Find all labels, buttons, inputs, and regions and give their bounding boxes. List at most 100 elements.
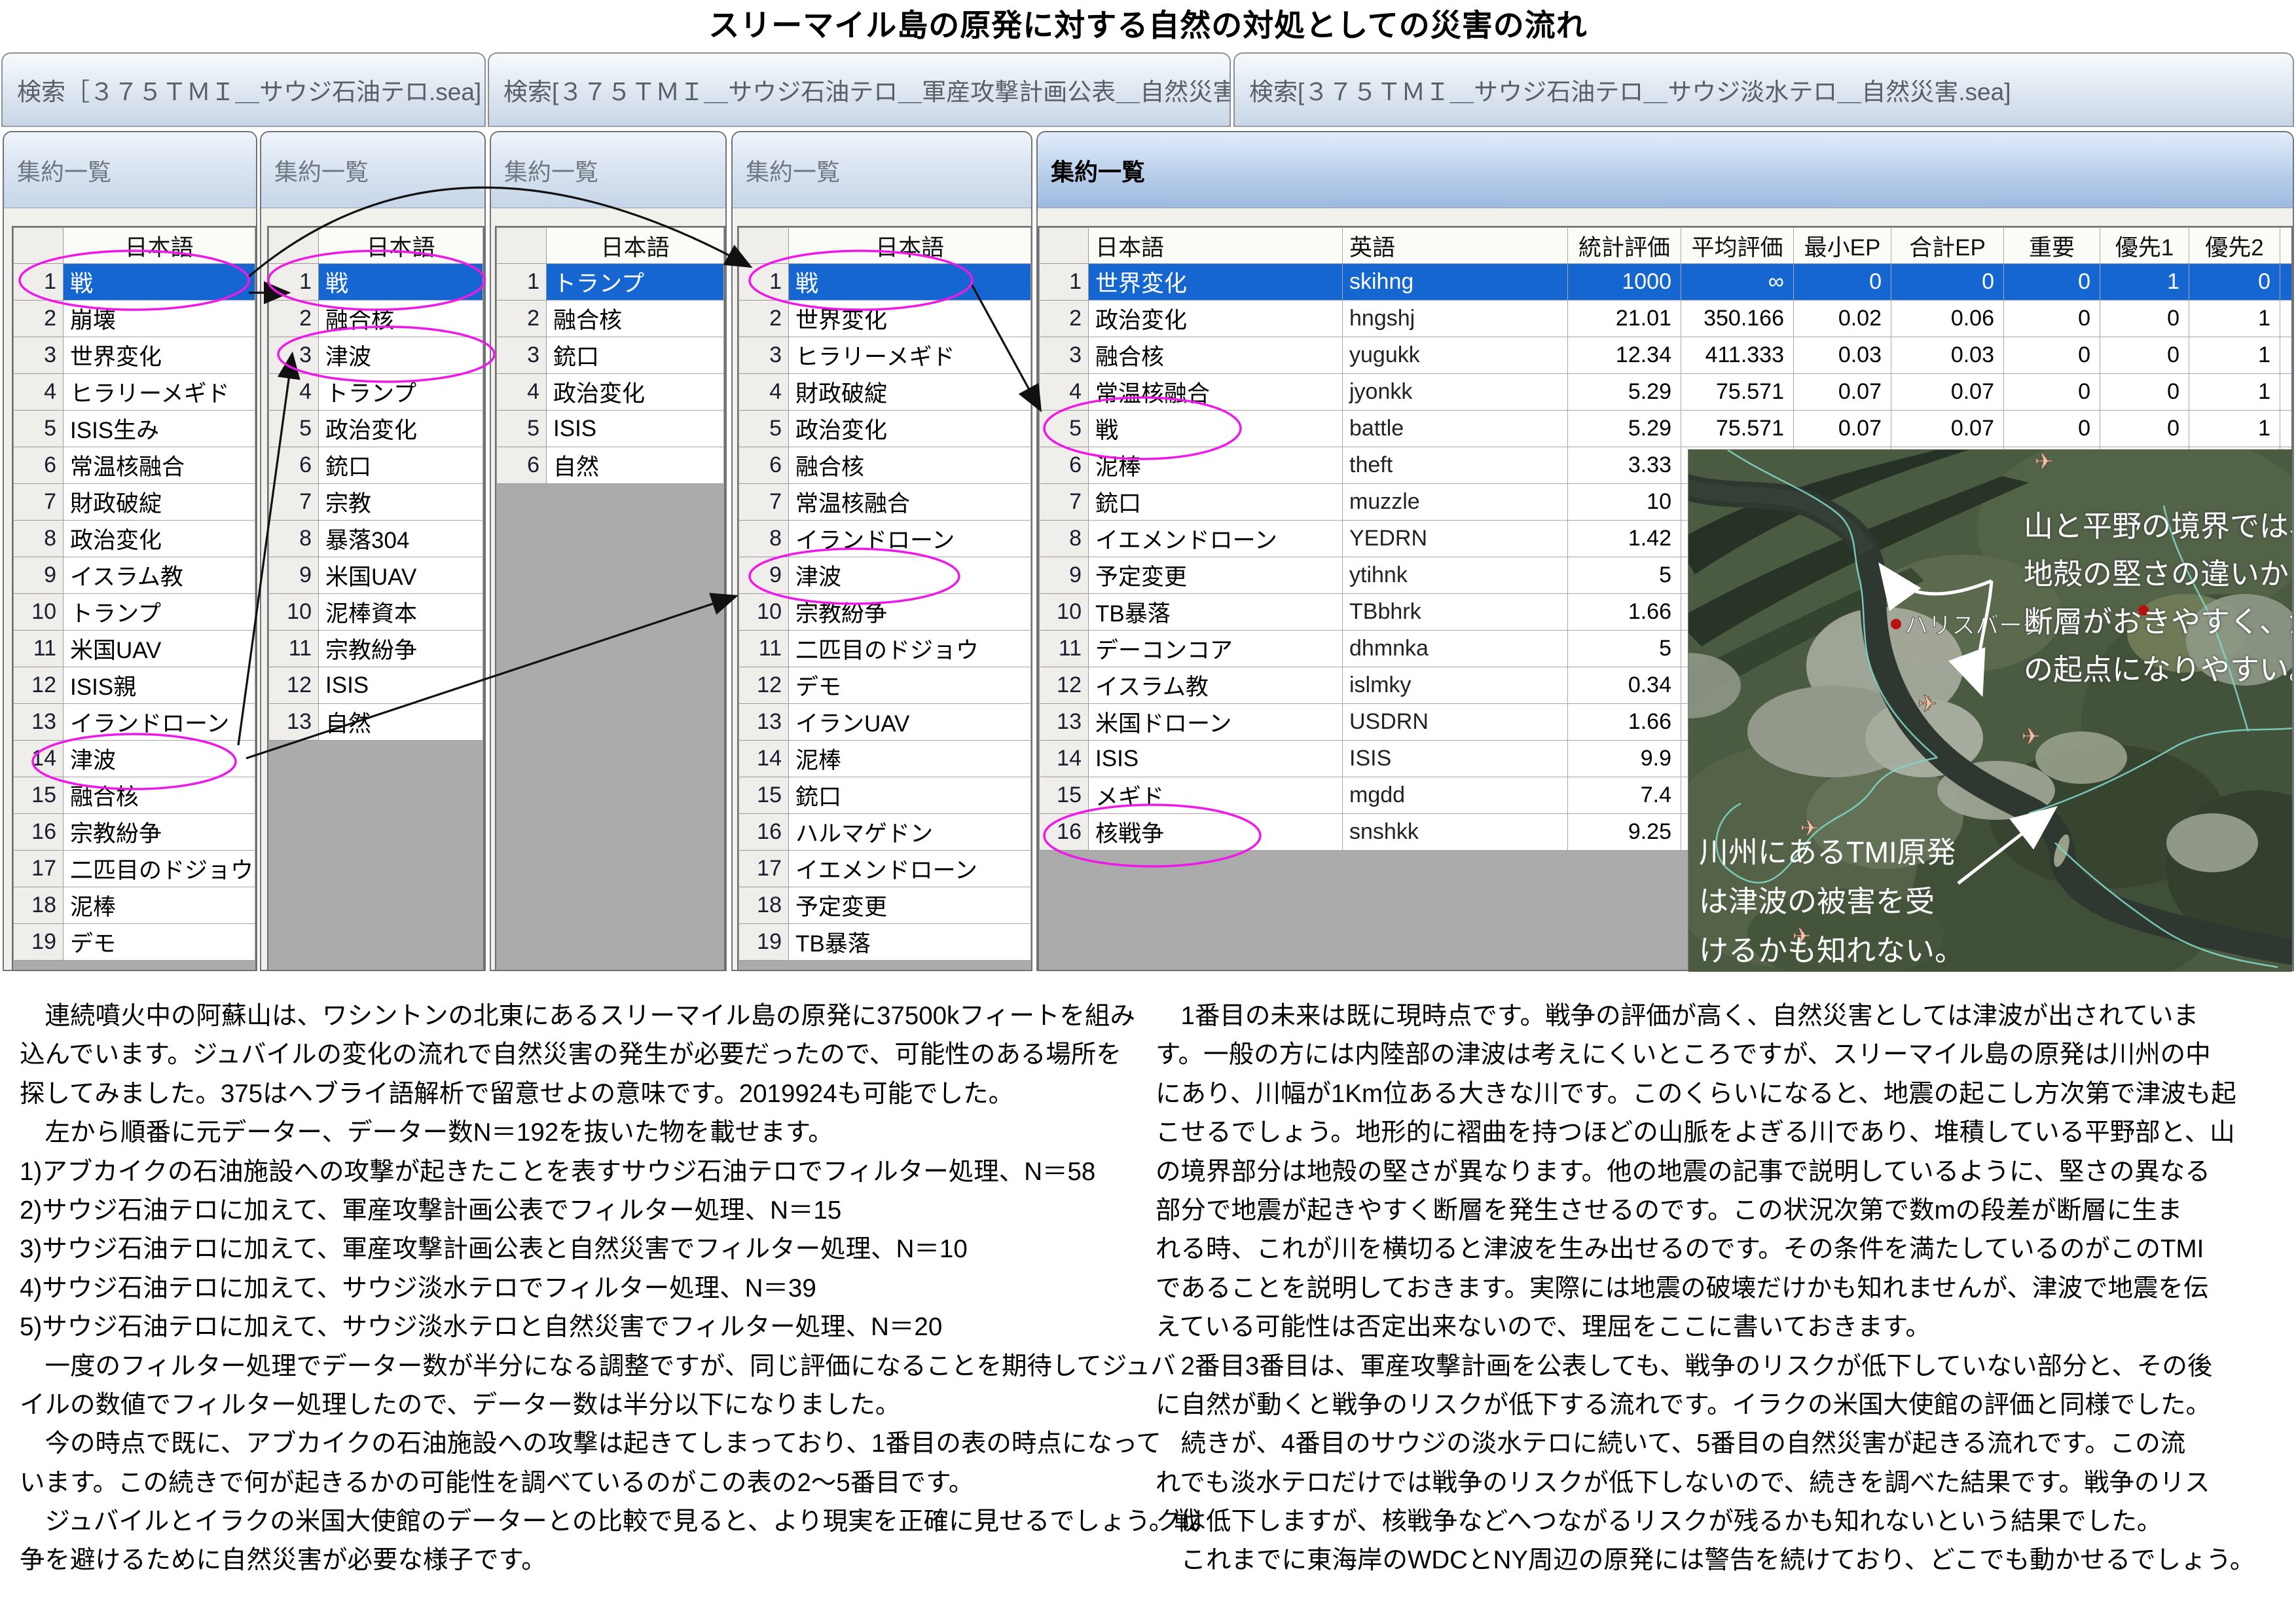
row-label[interactable]: 銃口	[547, 337, 724, 374]
cell-stat[interactable]: 5	[1568, 631, 1681, 667]
row-label[interactable]: 融合核	[64, 777, 255, 814]
row-label[interactable]: 宗教紛争	[319, 631, 483, 667]
row-label[interactable]: イランドローン	[789, 521, 1031, 557]
cell-ja[interactable]: イエメンドローン	[1089, 521, 1343, 557]
cell-ja[interactable]: TB暴落	[1089, 594, 1343, 631]
cell-stat[interactable]: 1000	[1568, 264, 1681, 301]
cell-p2[interactable]: 0	[2189, 264, 2280, 301]
table-row[interactable]: 1戦	[269, 264, 483, 301]
table-row[interactable]: 10宗教紛争	[739, 594, 1031, 631]
table-row[interactable]: 6融合核	[739, 447, 1031, 484]
table5-row[interactable]: 5戦battle5.2975.5710.070.07001	[1040, 411, 2293, 447]
cell-min[interactable]: 0.07	[1794, 411, 1891, 447]
table-row[interactable]: 17二匹目のドジョウ	[14, 851, 255, 887]
column-header[interactable]: 統計評価	[1568, 228, 1681, 264]
cell-total[interactable]: 0.07	[1891, 374, 2004, 411]
row-label[interactable]: 津波	[319, 337, 483, 374]
cell-avg[interactable]: 75.571	[1681, 374, 1794, 411]
column-header[interactable]: 優先1	[2100, 228, 2189, 264]
table-row[interactable]: 1トランプ	[497, 264, 724, 301]
table-row[interactable]: 6常温核融合	[14, 447, 255, 484]
aggregate-table-2[interactable]: 日本語1戦2融合核3津波4トランプ5政治変化6銃口7宗教8暴落3049米国UAV…	[267, 226, 484, 971]
table-row[interactable]: 7宗教	[269, 484, 483, 521]
cell-min[interactable]: 0.03	[1794, 337, 1891, 374]
table5-row[interactable]: 4常温核融合jyonkk5.2975.5710.070.07001	[1040, 374, 2293, 411]
row-label[interactable]: 常温核融合	[789, 484, 1031, 521]
table-row[interactable]: 1戦	[14, 264, 255, 301]
cell-ja[interactable]: イスラム教	[1089, 667, 1343, 704]
row-label[interactable]: 二匹目のドジョウ	[789, 631, 1031, 667]
cell-imp[interactable]: 0	[2004, 411, 2100, 447]
row-label[interactable]: ISIS	[319, 667, 483, 704]
table-row[interactable]: 10トランプ	[14, 594, 255, 631]
cell-ja[interactable]: デーコンコア	[1089, 631, 1343, 667]
cell-imp[interactable]: 0	[2004, 374, 2100, 411]
cell-avg[interactable]: 350.166	[1681, 301, 1794, 337]
cell-p1[interactable]: 0	[2100, 411, 2189, 447]
column-header[interactable]: 重要	[2004, 228, 2100, 264]
row-label[interactable]: イスラム教	[64, 557, 255, 594]
cell-en[interactable]: hngshj	[1343, 301, 1568, 337]
table-row[interactable]: 5ISIS	[497, 411, 724, 447]
table-row[interactable]: 4財政破綻	[739, 374, 1031, 411]
row-label[interactable]: 政治変化	[319, 411, 483, 447]
cell-ja[interactable]: 融合核	[1089, 337, 1343, 374]
cell-ja[interactable]: 泥棒	[1089, 447, 1343, 484]
table-row[interactable]: 19TB暴落	[739, 924, 1031, 961]
row-label[interactable]: 銃口	[789, 777, 1031, 814]
cell-imp[interactable]: 0	[2004, 264, 2100, 301]
cell-stat[interactable]: 9.9	[1568, 741, 1681, 777]
row-label[interactable]: ハルマゲドン	[789, 814, 1031, 851]
cell-stat[interactable]: 12.34	[1568, 337, 1681, 374]
table-row[interactable]: 4トランプ	[269, 374, 483, 411]
cell-en[interactable]: USDRN	[1343, 704, 1568, 741]
table-row[interactable]: 1戦	[739, 264, 1031, 301]
cell-min[interactable]: 0	[1794, 264, 1891, 301]
column-header[interactable]: 平均評価	[1681, 228, 1794, 264]
table-row[interactable]: 3世界変化	[14, 337, 255, 374]
row-label[interactable]: 融合核	[319, 301, 483, 337]
row-label[interactable]: 戦	[64, 264, 255, 301]
table-row[interactable]: 3ヒラリーメギド	[739, 337, 1031, 374]
cell-ja[interactable]: 米国ドローン	[1089, 704, 1343, 741]
row-label[interactable]: 政治変化	[547, 374, 724, 411]
cell-p2[interactable]: 1	[2189, 411, 2280, 447]
cell-stat[interactable]: 21.01	[1568, 301, 1681, 337]
table-row[interactable]: 14泥棒	[739, 741, 1031, 777]
column-header[interactable]: 最小EP	[1794, 228, 1891, 264]
column-header[interactable]: 優先2	[2189, 228, 2280, 264]
row-label[interactable]: 泥棒	[789, 741, 1031, 777]
row-label[interactable]: 自然	[547, 447, 724, 484]
table-row[interactable]: 5政治変化	[739, 411, 1031, 447]
cell-ja[interactable]: 政治変化	[1089, 301, 1343, 337]
window-tab-saudi-oil[interactable]: 検索［３７５ＴＭＩ＿サウジ石油テロ.sea]	[1, 52, 486, 127]
table-row[interactable]: 19デモ	[14, 924, 255, 961]
row-label[interactable]: 宗教紛争	[789, 594, 1031, 631]
cell-min[interactable]: 0.07	[1794, 374, 1891, 411]
cell-p2[interactable]: 1	[2189, 301, 2280, 337]
table5-row[interactable]: 2政治変化hngshj21.01350.1660.020.06001	[1040, 301, 2293, 337]
cell-stat[interactable]: 0.34	[1568, 667, 1681, 704]
cell-en[interactable]: dhmnka	[1343, 631, 1568, 667]
table-row[interactable]: 9米国UAV	[269, 557, 483, 594]
row-label[interactable]: 世界変化	[64, 337, 255, 374]
cell-total[interactable]: 0.07	[1891, 411, 2004, 447]
cell-total[interactable]: 0.06	[1891, 301, 2004, 337]
row-label[interactable]: トランプ	[64, 594, 255, 631]
cell-en[interactable]: TBbhrk	[1343, 594, 1568, 631]
window-tab-military-plan-disaster[interactable]: 検索[３７５ＴＭＩ＿サウジ石油テロ＿軍産攻撃計画公表＿自然災害.sea]	[488, 52, 1231, 127]
cell-total[interactable]: 0.03	[1891, 337, 2004, 374]
panel-2-header[interactable]: 集約一覧	[261, 132, 484, 208]
column-header[interactable]: 日本語	[1089, 228, 1343, 264]
table-row[interactable]: 13イランUAV	[739, 704, 1031, 741]
row-label[interactable]: イランドローン	[64, 704, 255, 741]
table-row[interactable]: 6自然	[497, 447, 724, 484]
table-row[interactable]: 12デモ	[739, 667, 1031, 704]
row-label[interactable]: 泥棒資本	[319, 594, 483, 631]
table-row[interactable]: 10泥棒資本	[269, 594, 483, 631]
table-row[interactable]: 4政治変化	[497, 374, 724, 411]
column-header[interactable]: 英語	[1343, 228, 1568, 264]
table-row[interactable]: 11二匹目のドジョウ	[739, 631, 1031, 667]
table-row[interactable]: 16ハルマゲドン	[739, 814, 1031, 851]
row-label[interactable]: 宗教紛争	[64, 814, 255, 851]
